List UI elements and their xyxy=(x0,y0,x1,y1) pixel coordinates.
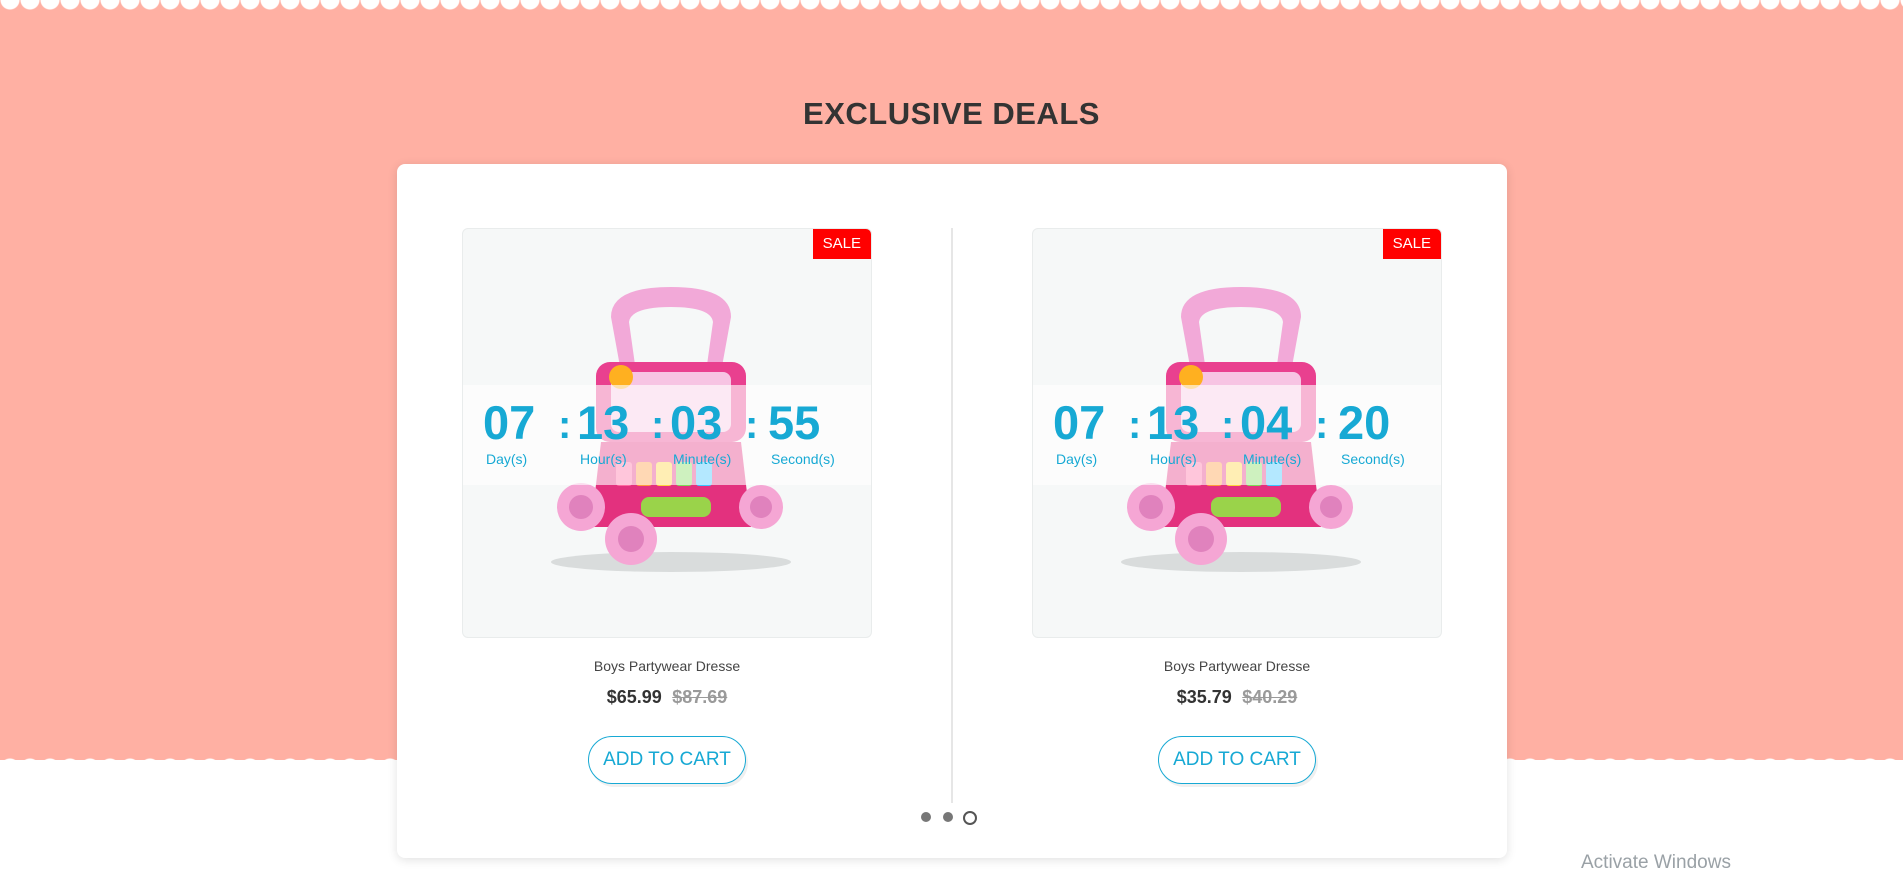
countdown-seconds-value: 55 xyxy=(768,396,821,449)
section-title: EXCLUSIVE DEALS xyxy=(803,96,1100,131)
countdown-seconds-label: Second(s) xyxy=(1341,451,1405,467)
countdown-separator: : xyxy=(1315,403,1329,447)
countdown-separator: : xyxy=(745,403,759,447)
countdown-timer: 07 Day(s) : 13 Hour(s) : 03 Minute(s) : … xyxy=(463,385,871,485)
countdown-days-label: Day(s) xyxy=(1056,451,1098,467)
countdown-separator: : xyxy=(1221,403,1235,447)
product-card: SALE 07 Day(s) : 13 Hour(s) : 03 Minute(… xyxy=(462,228,872,784)
price-row: $65.99 $87.69 xyxy=(462,687,872,708)
countdown-hours: 13 Hour(s) xyxy=(577,396,630,468)
countdown-days-label: Day(s) xyxy=(486,451,528,467)
countdown-seconds: 55 Second(s) xyxy=(768,396,835,468)
product-card: SALE 07 Day(s) : 13 Hour(s) : 04 Minute(… xyxy=(1032,228,1442,784)
countdown-days: 07 Day(s) xyxy=(483,396,536,468)
sale-badge: SALE xyxy=(812,229,871,259)
countdown-minutes-value: 04 xyxy=(1240,396,1293,449)
countdown-separator: : xyxy=(558,403,572,447)
countdown-hours-label: Hour(s) xyxy=(580,451,627,467)
pagination-dot-1[interactable] xyxy=(921,812,931,822)
countdown-separator: : xyxy=(651,403,665,447)
pagination-dot-2[interactable] xyxy=(943,812,953,822)
activate-windows-watermark: Activate Windows xyxy=(1581,852,1731,873)
countdown-days-value: 07 xyxy=(1053,396,1106,449)
countdown-seconds-label: Second(s) xyxy=(771,451,835,467)
countdown-minutes-label: Minute(s) xyxy=(673,451,732,467)
countdown-days-value: 07 xyxy=(483,396,536,449)
countdown-minutes: 04 Minute(s) xyxy=(1240,396,1302,468)
old-price: $40.29 xyxy=(1242,687,1298,707)
scalloped-edge-top xyxy=(0,0,1903,20)
countdown-timer: 07 Day(s) : 13 Hour(s) : 04 Minute(s) : … xyxy=(1033,385,1441,485)
product-name[interactable]: Boys Partywear Dresse xyxy=(462,658,872,674)
countdown-hours-value: 13 xyxy=(1147,396,1200,449)
old-price: $87.69 xyxy=(672,687,728,707)
current-price: $65.99 xyxy=(606,687,662,707)
current-price: $35.79 xyxy=(1176,687,1232,707)
countdown-seconds-value: 20 xyxy=(1338,396,1391,449)
countdown-minutes: 03 Minute(s) xyxy=(670,396,732,468)
pagination-dot-3-active[interactable] xyxy=(963,811,977,825)
add-to-cart-button[interactable]: ADD TO CART xyxy=(1158,736,1316,784)
countdown-minutes-label: Minute(s) xyxy=(1243,451,1302,467)
countdown-separator: : xyxy=(1128,403,1142,447)
sale-badge: SALE xyxy=(1382,229,1441,259)
countdown-seconds: 20 Second(s) xyxy=(1338,396,1405,468)
card-divider xyxy=(951,228,953,803)
product-image-box[interactable]: SALE 07 Day(s) : 13 Hour(s) : 04 Minute(… xyxy=(1032,228,1442,638)
countdown-hours: 13 Hour(s) xyxy=(1147,396,1200,468)
product-image-box[interactable]: SALE 07 Day(s) : 13 Hour(s) : 03 Minute(… xyxy=(462,228,872,638)
product-name[interactable]: Boys Partywear Dresse xyxy=(1032,658,1442,674)
countdown-minutes-value: 03 xyxy=(670,396,723,449)
countdown-hours-label: Hour(s) xyxy=(1150,451,1197,467)
countdown-hours-value: 13 xyxy=(577,396,630,449)
price-row: $35.79 $40.29 xyxy=(1032,687,1442,708)
countdown-days: 07 Day(s) xyxy=(1053,396,1106,468)
add-to-cart-button[interactable]: ADD TO CART xyxy=(588,736,746,784)
deals-carousel: SALE 07 Day(s) : 13 Hour(s) : 03 Minute(… xyxy=(397,164,1507,858)
